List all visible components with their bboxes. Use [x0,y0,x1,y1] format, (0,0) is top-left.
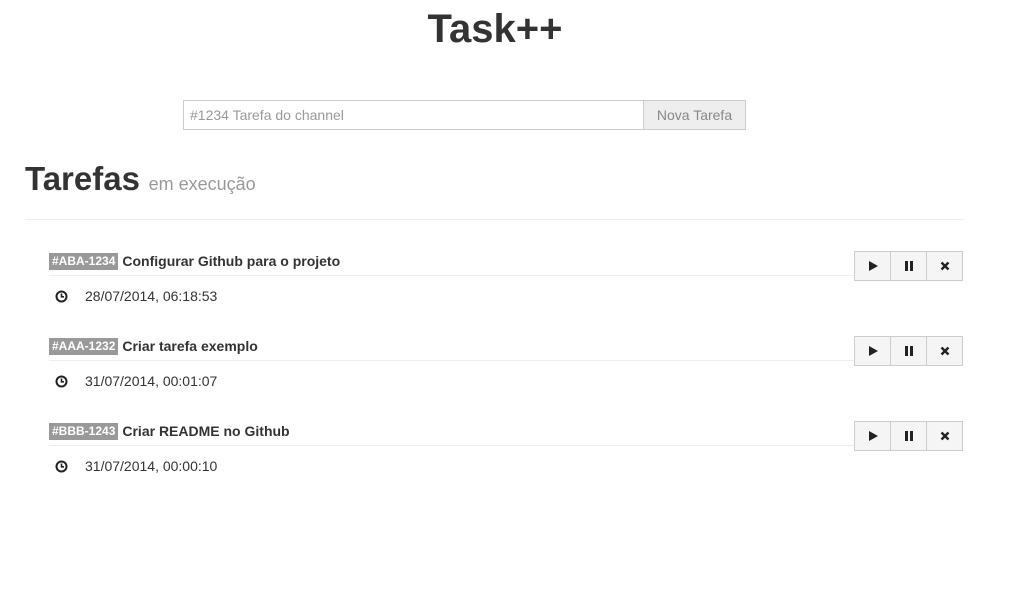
play-button[interactable] [854,251,891,281]
task-timestamp: 31/07/2014, 00:01:07 [85,373,218,389]
task-actions [854,421,963,451]
remove-button[interactable] [926,251,963,281]
close-icon [940,346,949,356]
task-name: Configurar Github para o projeto [122,253,341,269]
close-icon [940,261,949,271]
play-icon [868,346,878,356]
task-time: 28/07/2014, 06:18:53 [55,288,217,304]
task-name: Criar README no Github [122,423,290,439]
play-icon [868,261,878,271]
play-button[interactable] [854,421,891,451]
task-heading: #ABA-1234 Configurar Github para o proje… [49,251,340,271]
task-code-badge: #AAA-1232 [49,337,119,355]
page: Task++ Nova Tarefa Tarefas em execução #… [0,0,1012,601]
remove-button[interactable] [926,421,963,451]
pause-button[interactable] [890,251,927,281]
pause-icon [904,346,913,356]
pause-icon [904,431,913,441]
remove-button[interactable] [926,336,963,366]
task-code-badge: #ABA-1234 [49,252,119,270]
task-item: #AAA-1232 Criar tarefa exemplo 31/07/201… [49,336,965,406]
task-actions [854,336,963,366]
task-actions [854,251,963,281]
task-item: #ABA-1234 Configurar Github para o proje… [49,251,965,321]
task-divider [49,275,855,276]
task-item: #BBB-1243 Criar README no Github 31/07/2… [49,421,965,491]
task-divider [49,360,855,361]
play-button[interactable] [854,336,891,366]
task-timestamp: 28/07/2014, 06:18:53 [85,288,218,304]
task-timestamp: 31/07/2014, 00:00:10 [85,458,218,474]
pause-icon [904,261,913,271]
clock-icon [55,290,68,303]
task-code-badge: #BBB-1243 [49,422,119,440]
close-icon [940,431,949,441]
task-name: Criar tarefa exemplo [122,338,258,354]
task-time: 31/07/2014, 00:01:07 [55,373,217,389]
task-heading: #AAA-1232 Criar tarefa exemplo [49,336,258,356]
play-icon [868,431,878,441]
task-divider [49,445,855,446]
pause-button[interactable] [890,336,927,366]
task-list: #ABA-1234 Configurar Github para o proje… [0,0,1012,601]
task-heading: #BBB-1243 Criar README no Github [49,421,290,441]
pause-button[interactable] [890,421,927,451]
clock-icon [55,375,68,388]
task-time: 31/07/2014, 00:00:10 [55,458,217,474]
clock-icon [55,460,68,473]
